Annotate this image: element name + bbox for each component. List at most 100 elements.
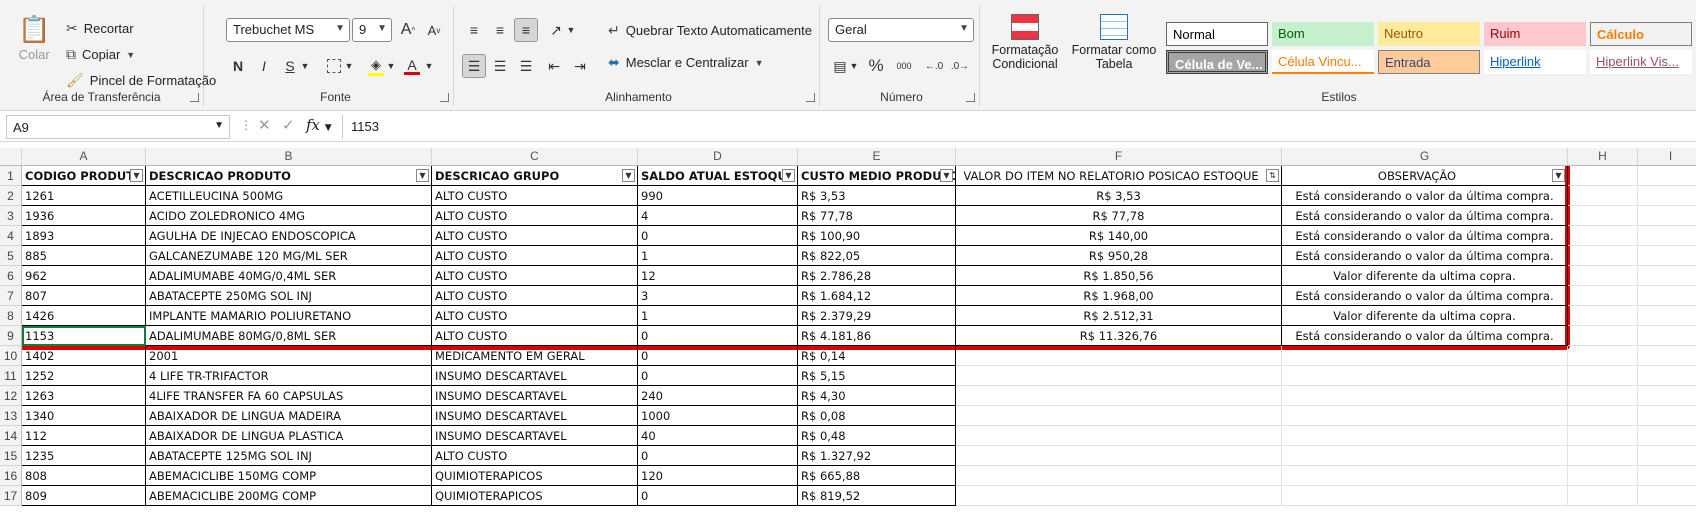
table-cell[interactable]: Está considerando o valor da última comp… xyxy=(1282,246,1568,266)
italic-button[interactable]: I xyxy=(252,54,276,78)
column-header-e[interactable]: E xyxy=(798,148,956,166)
cancel-icon[interactable]: ✕ xyxy=(258,116,271,134)
row-header[interactable]: 3 xyxy=(0,206,22,226)
column-header-g[interactable]: G xyxy=(1282,148,1568,166)
table-cell[interactable]: 120 xyxy=(638,466,798,486)
filter-dropdown-icon[interactable]: ▼ xyxy=(940,169,953,182)
table-cell[interactable] xyxy=(956,366,1282,386)
table-header-cell[interactable]: CUSTO MEDIO PRODUTO ▼ xyxy=(798,166,956,186)
table-cell[interactable]: R$ 665,88 xyxy=(798,466,956,486)
enter-icon[interactable]: ✓ xyxy=(282,116,295,134)
table-cell[interactable]: ACIDO ZOLEDRONICO 4MG xyxy=(146,206,432,226)
table-cell[interactable]: R$ 950,28 xyxy=(956,246,1282,266)
table-cell[interactable]: 990 xyxy=(638,186,798,206)
cell-style-2[interactable]: Neutro xyxy=(1378,22,1480,46)
cut-button[interactable]: ✂ Recortar xyxy=(66,20,134,37)
table-cell[interactable]: 0 xyxy=(638,446,798,466)
table-cell[interactable] xyxy=(1638,366,1696,386)
table-cell[interactable] xyxy=(1568,366,1638,386)
table-header-cell[interactable]: DESCRICAO PRODUTO ▼ xyxy=(146,166,432,186)
row-header[interactable]: 7 xyxy=(0,286,22,306)
cell-style-6[interactable]: Célula Vincu... xyxy=(1272,50,1374,74)
align-center-button[interactable]: ☰ xyxy=(488,54,512,78)
table-cell[interactable]: Valor diferente da ultima copra. xyxy=(1282,306,1568,326)
insert-function-button[interactable]: fx ▼ xyxy=(306,116,332,134)
number-launcher-icon[interactable] xyxy=(966,93,975,102)
table-cell[interactable]: R$ 1.327,92 xyxy=(798,446,956,466)
table-cell[interactable] xyxy=(1568,186,1638,206)
table-cell[interactable] xyxy=(1282,426,1568,446)
table-cell[interactable]: AGULHA DE INJECAO ENDOSCOPICA xyxy=(146,226,432,246)
table-cell[interactable] xyxy=(1638,386,1696,406)
cell-style-8[interactable]: Hiperlink xyxy=(1484,50,1586,74)
bold-button[interactable]: N xyxy=(226,54,250,78)
table-cell[interactable]: ALTO CUSTO xyxy=(432,286,638,306)
table-cell[interactable]: 1402 xyxy=(22,346,146,366)
row-header[interactable]: 12 xyxy=(0,386,22,406)
row-header[interactable]: 17 xyxy=(0,486,22,506)
copy-button[interactable]: ⧉ Copiar ▼ xyxy=(66,46,135,63)
table-cell[interactable] xyxy=(1568,306,1638,326)
table-cell[interactable]: R$ 77,78 xyxy=(956,206,1282,226)
table-cell[interactable] xyxy=(1638,346,1696,366)
thousands-button[interactable]: 000 xyxy=(890,54,918,78)
table-cell[interactable] xyxy=(1568,326,1638,346)
column-header-h[interactable]: H xyxy=(1568,148,1638,166)
table-cell[interactable]: R$ 0,08 xyxy=(798,406,956,426)
increase-decimal-button[interactable]: ←.0 xyxy=(922,54,946,78)
orientation-dropdown[interactable]: ▼ xyxy=(564,18,578,42)
table-cell[interactable]: 1 xyxy=(638,246,798,266)
paste-button[interactable]: 📋 Colar xyxy=(18,14,50,62)
font-color-button[interactable]: A xyxy=(400,54,424,78)
table-cell[interactable]: 4 xyxy=(638,206,798,226)
table-cell[interactable]: R$ 822,05 xyxy=(798,246,956,266)
table-cell[interactable] xyxy=(1568,466,1638,486)
table-cell[interactable] xyxy=(1638,306,1696,326)
table-header-cell[interactable]: DESCRICAO GRUPO ▼ xyxy=(432,166,638,186)
align-top-button[interactable]: ≡ xyxy=(462,18,486,42)
table-header-cell[interactable] xyxy=(1568,166,1638,186)
table-cell[interactable]: R$ 4.181,86 xyxy=(798,326,956,346)
filter-dropdown-icon[interactable]: ▼ xyxy=(622,169,635,182)
table-cell[interactable]: ACETILLEUCINA 500MG xyxy=(146,186,432,206)
row-header[interactable]: 2 xyxy=(0,186,22,206)
filter-dropdown-icon[interactable]: ▼ xyxy=(782,169,795,182)
row-header[interactable]: 14 xyxy=(0,426,22,446)
table-cell[interactable] xyxy=(956,426,1282,446)
table-cell[interactable] xyxy=(1282,486,1568,506)
table-cell[interactable]: 2001 xyxy=(146,346,432,366)
table-cell[interactable] xyxy=(1282,346,1568,366)
table-cell[interactable]: ALTO CUSTO xyxy=(432,246,638,266)
cell-style-3[interactable]: Ruim xyxy=(1484,22,1586,46)
row-header[interactable]: 4 xyxy=(0,226,22,246)
table-cell[interactable]: Valor diferente da ultima copra. xyxy=(1282,266,1568,286)
table-header-cell[interactable]: OBSERVAÇÃO ▼ xyxy=(1282,166,1568,186)
table-cell[interactable] xyxy=(1568,426,1638,446)
formula-input[interactable]: 1153 xyxy=(342,115,1690,139)
table-cell[interactable] xyxy=(1638,206,1696,226)
table-cell[interactable] xyxy=(1568,286,1638,306)
shrink-font-button[interactable]: Av xyxy=(422,18,446,42)
table-cell[interactable]: R$ 1.968,00 xyxy=(956,286,1282,306)
table-cell[interactable]: 962 xyxy=(22,266,146,286)
table-cell[interactable]: 1893 xyxy=(22,226,146,246)
table-cell[interactable]: ALTO CUSTO xyxy=(432,326,638,346)
table-cell[interactable]: ALTO CUSTO xyxy=(432,186,638,206)
table-cell[interactable]: IMPLANTE MAMARIO POLIURETANO xyxy=(146,306,432,326)
format-painter-button[interactable]: 🖌 Pincel de Formatação xyxy=(66,72,216,89)
table-cell[interactable]: 40 xyxy=(638,426,798,446)
table-cell[interactable] xyxy=(1568,226,1638,246)
filter-dropdown-icon[interactable]: ▼ xyxy=(130,169,143,182)
cell-style-5[interactable]: Célula de Ve... xyxy=(1166,50,1268,74)
table-cell[interactable]: 1252 xyxy=(22,366,146,386)
table-cell[interactable]: Está considerando o valor da última comp… xyxy=(1282,206,1568,226)
table-cell[interactable] xyxy=(1568,346,1638,366)
table-cell[interactable]: 0 xyxy=(638,346,798,366)
column-header-c[interactable]: C xyxy=(432,148,638,166)
format-as-table-button[interactable]: Formatar como Tabela xyxy=(1070,14,1158,71)
table-cell[interactable]: Está considerando o valor da última comp… xyxy=(1282,326,1568,346)
row-header[interactable]: 8 xyxy=(0,306,22,326)
table-cell[interactable] xyxy=(1638,326,1696,346)
decrease-indent-button[interactable]: ⇤ xyxy=(542,54,566,78)
align-right-button[interactable]: ☰ xyxy=(514,54,538,78)
